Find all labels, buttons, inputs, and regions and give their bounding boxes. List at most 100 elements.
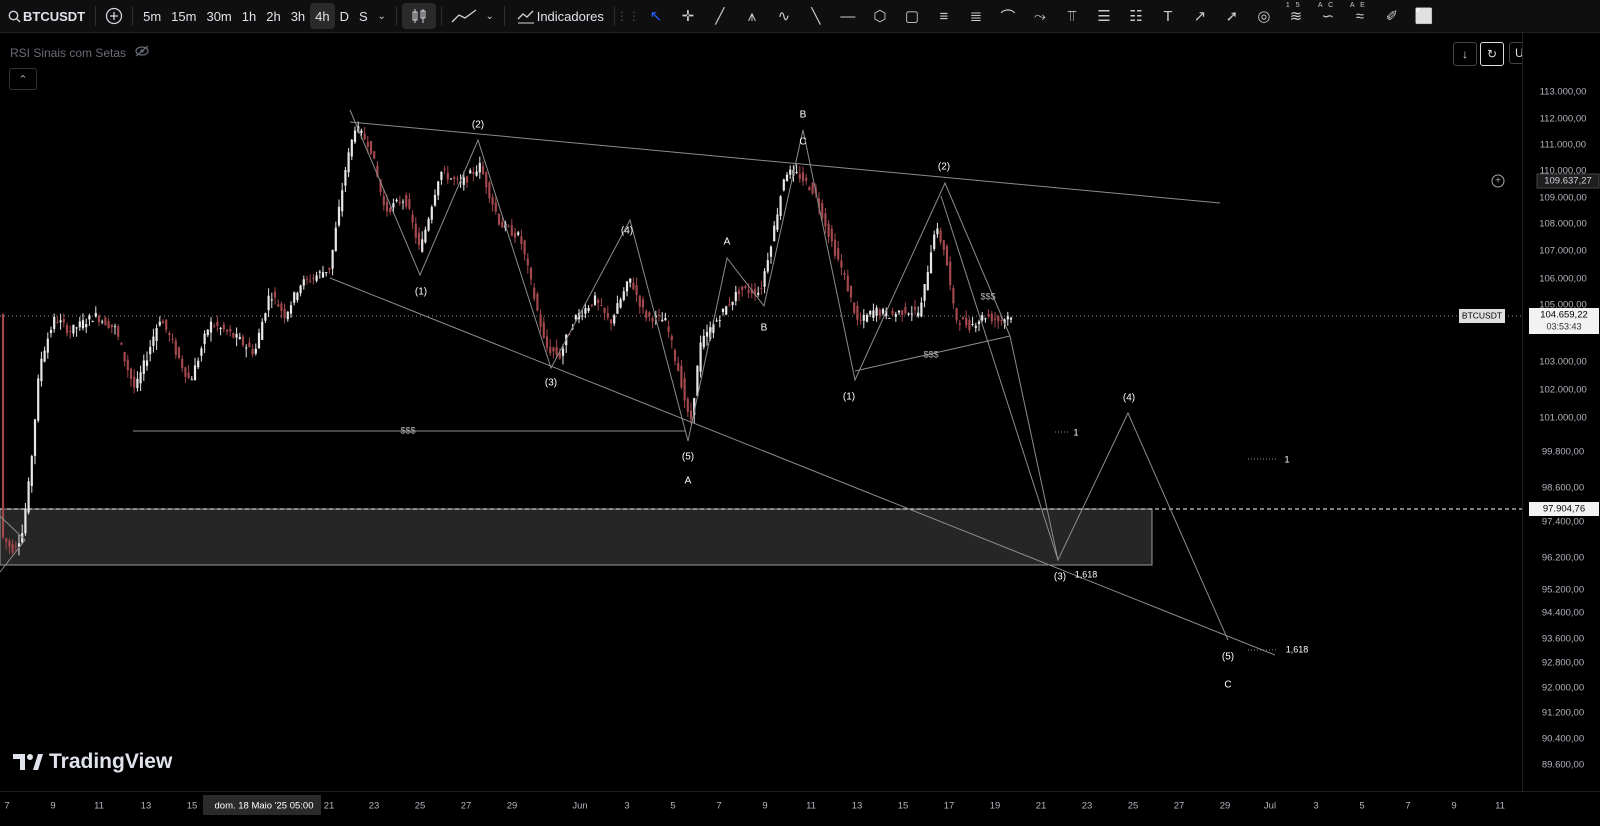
- divider: [95, 6, 97, 26]
- line-chart-icon[interactable]: [447, 3, 481, 29]
- candle-body: [699, 342, 702, 372]
- candle-body: [513, 232, 517, 238]
- candle-body: [785, 174, 789, 182]
- projection-wave: [1009, 335, 1229, 641]
- candle-body: [139, 372, 142, 384]
- auto-scale-button[interactable]: ↻: [1480, 42, 1504, 66]
- candle-body: [904, 306, 907, 314]
- chart-pane[interactable]: (2) (1) (4) (3) (5) A A B B C (2) (1) (4) (3) (5) C $$$ $…: [0, 33, 1522, 791]
- timeframe-button[interactable]: 2h: [261, 3, 285, 29]
- indicator-legend: RSI Sinais com Setas: [10, 45, 150, 60]
- timeframe-button[interactable]: 4h: [310, 3, 335, 29]
- candle-body: [913, 306, 917, 310]
- add-symbol-icon[interactable]: [101, 3, 127, 29]
- candle-body: [456, 178, 459, 180]
- time-tick: 9: [50, 801, 55, 812]
- candle-body: [251, 348, 254, 355]
- horizontal-line-icon[interactable]: —: [832, 3, 864, 29]
- candle-body: [248, 342, 251, 348]
- fib-retracement-icon[interactable]: ≡: [928, 3, 960, 29]
- candle-body: [523, 240, 526, 255]
- time-tick: 11: [94, 801, 104, 812]
- candle-body: [725, 306, 728, 315]
- price-scale[interactable]: 113.000,00 112.000,00 111.000,00 110.000,00…: [1522, 33, 1600, 791]
- timeframe-button[interactable]: 15m: [166, 3, 201, 29]
- long-position-icon[interactable]: ⫪: [1056, 3, 1088, 29]
- indicators-button[interactable]: Indicadores: [510, 3, 609, 29]
- candle-body: [945, 246, 949, 266]
- candle-body: [990, 313, 993, 322]
- candle-body: [894, 314, 897, 317]
- time-scale[interactable]: 7 9 11 13 15 dom. 18 Maio '25 05:00 21 23 25 27 29…: [0, 791, 1600, 821]
- text-icon[interactable]: T: [1152, 3, 1184, 29]
- candle-body: [78, 321, 81, 328]
- candle-body: [603, 307, 606, 314]
- eye-icon[interactable]: ◎: [1248, 3, 1280, 29]
- elliott-abcde-icon[interactable]: ≈ A E: [1344, 2, 1376, 29]
- line-icon[interactable]: ╲: [800, 3, 832, 29]
- timeframe-button[interactable]: 5m: [138, 3, 166, 29]
- time-tick: 3: [1313, 801, 1318, 812]
- collapse-legend-button[interactable]: ⌃: [9, 68, 37, 90]
- chevron-down-icon[interactable]: ⌄: [481, 3, 499, 29]
- symbol-search[interactable]: BTCUSDT: [0, 3, 90, 29]
- cursor-icon[interactable]: ↖: [640, 3, 672, 29]
- candle-body: [923, 284, 926, 301]
- trendline-icon[interactable]: ╱: [704, 3, 736, 29]
- pattern-icon[interactable]: ⬡: [864, 3, 896, 29]
- fib-channel-icon[interactable]: ≣: [960, 3, 992, 29]
- timeframe-button[interactable]: S: [354, 3, 373, 29]
- candle-body: [171, 338, 174, 340]
- curve-icon[interactable]: ⌒: [992, 3, 1024, 29]
- price-tick: 96.200,00: [1542, 553, 1584, 564]
- rectangle-icon[interactable]: ▢: [896, 3, 928, 29]
- eye-hidden-icon[interactable]: [134, 45, 150, 60]
- drag-handle-icon[interactable]: ⋮⋮: [616, 3, 640, 29]
- path-icon[interactable]: ⤳: [1024, 3, 1056, 29]
- candle-body: [917, 312, 920, 317]
- candle-body: [318, 271, 321, 273]
- time-tick: 15: [898, 801, 909, 812]
- candle-body: [545, 336, 549, 348]
- fib-label: 1,618: [1075, 569, 1098, 579]
- brush-icon[interactable]: ∿: [768, 3, 800, 29]
- timeframe-button[interactable]: 30m: [201, 3, 236, 29]
- timeframe-button[interactable]: 3h: [286, 3, 310, 29]
- arrow-marker-icon[interactable]: ➚: [1216, 3, 1248, 29]
- ruler-icon[interactable]: ☰: [1088, 3, 1120, 29]
- price-tick: 113.000,00: [1540, 87, 1587, 98]
- candle-body: [129, 368, 133, 380]
- chevron-down-icon[interactable]: ⌄: [373, 3, 391, 29]
- time-tick: 15: [187, 801, 198, 812]
- crosshair-icon[interactable]: ✛: [672, 3, 704, 29]
- scroll-down-button[interactable]: ↓: [1453, 42, 1477, 66]
- time-tick: 5: [670, 801, 675, 812]
- arrow-icon[interactable]: ↗: [1184, 3, 1216, 29]
- candle-body: [389, 207, 392, 213]
- candle-body: [926, 272, 929, 291]
- paint-icon[interactable]: ✐: [1376, 3, 1408, 29]
- pitchfork-icon[interactable]: ⩚: [736, 3, 768, 29]
- elliott-correction-icon[interactable]: ∽ A C: [1312, 2, 1344, 29]
- candle-body: [347, 152, 350, 173]
- candle-body: [408, 199, 411, 209]
- chart-canvas[interactable]: (2) (1) (4) (3) (5) A A B B C (2) (1) (4) (3) (5) C $$$ $…: [0, 33, 1522, 791]
- candle-body: [104, 317, 107, 326]
- last-price-label: 104.659,22: [1540, 310, 1588, 321]
- measure-icon[interactable]: ☷: [1120, 3, 1152, 29]
- candle-body: [584, 308, 587, 314]
- square-icon[interactable]: ⬜: [1408, 3, 1440, 29]
- candle-body: [344, 170, 347, 186]
- timeframe-button[interactable]: 1h: [237, 3, 261, 29]
- candle-body: [629, 278, 632, 283]
- liquidity-label: $$$: [980, 291, 995, 301]
- timeframe-button[interactable]: D: [335, 3, 354, 29]
- candle-body: [657, 315, 661, 317]
- candles-icon[interactable]: [401, 3, 436, 29]
- candle-body: [622, 291, 625, 300]
- elliott-impulse-icon[interactable]: ≋ 1 5: [1280, 2, 1312, 29]
- candle-body: [897, 310, 901, 313]
- candle-body: [830, 228, 833, 242]
- time-tick: 25: [415, 801, 426, 812]
- candle-body: [392, 203, 395, 208]
